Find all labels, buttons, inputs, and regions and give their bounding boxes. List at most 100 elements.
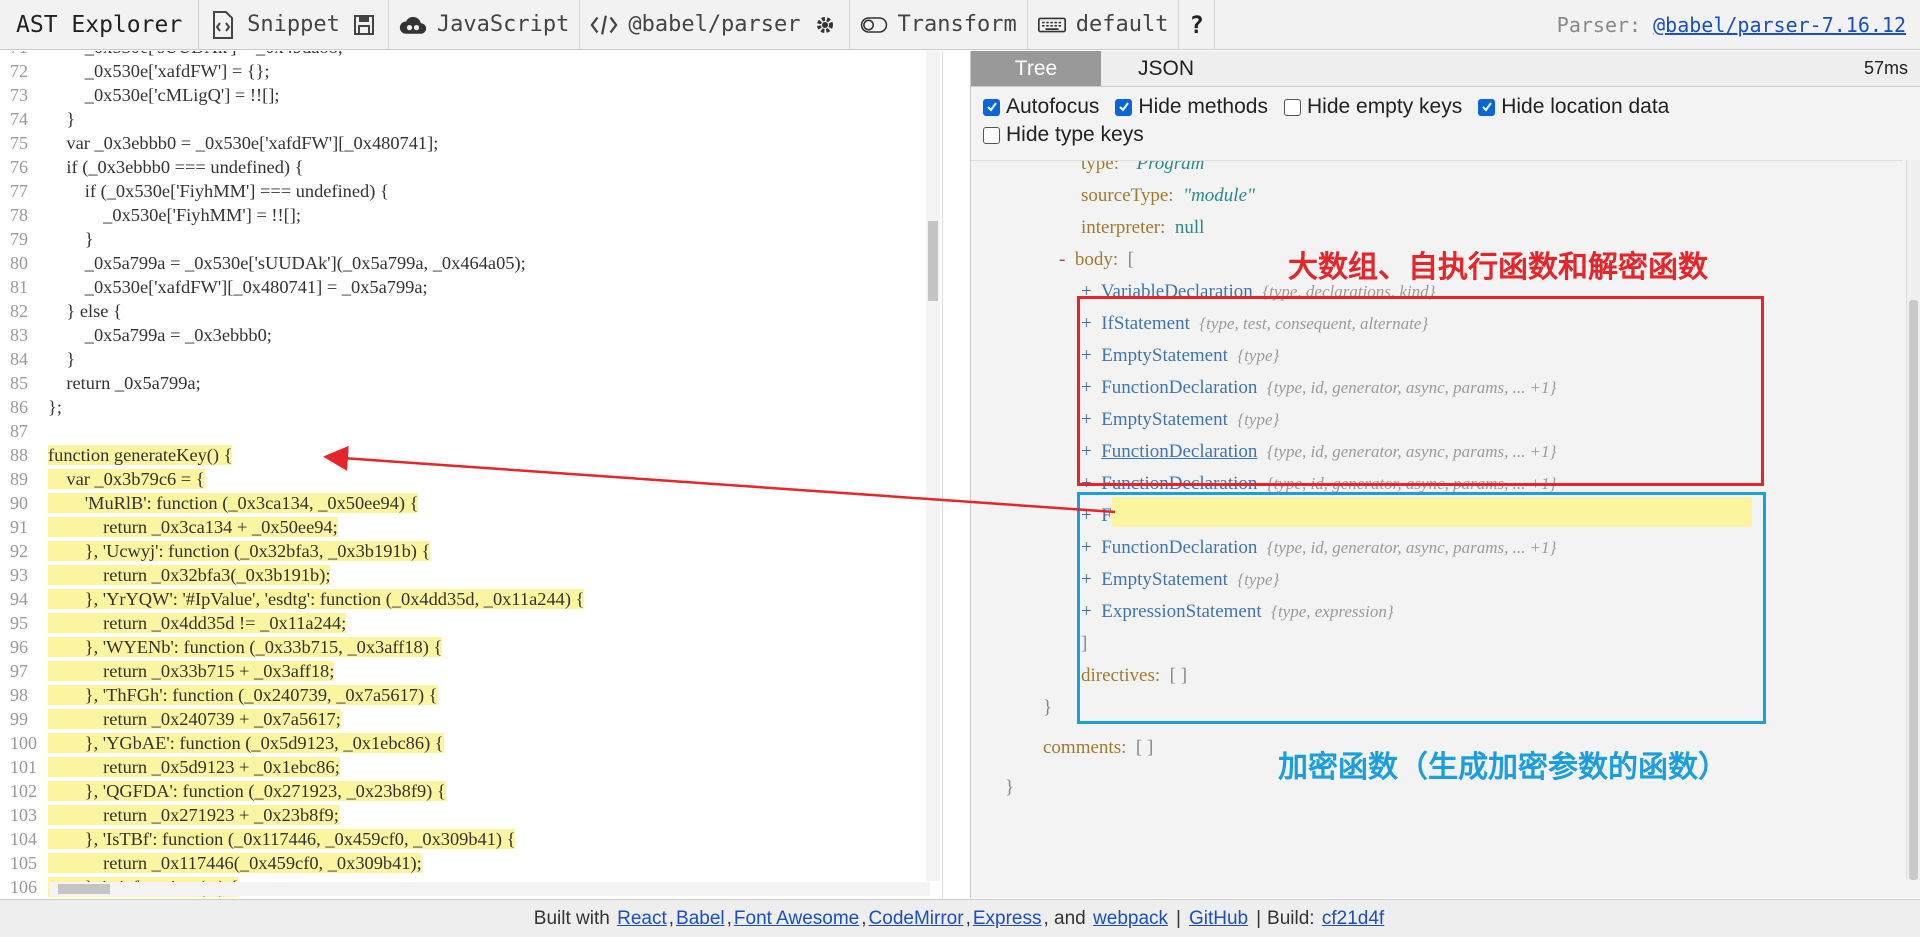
tree-program-close[interactable]: } (1043, 695, 1052, 721)
line-number: 90 (10, 493, 28, 513)
code-line[interactable]: 76 if (_0x3ebbb0 === undefined) { (0, 155, 940, 179)
tree-prop-type[interactable]: type: "Program" (1081, 161, 1212, 177)
code-line[interactable]: 86}; (0, 395, 940, 419)
tree-prop-comments[interactable]: comments: [ ] (1043, 735, 1153, 761)
checkbox[interactable] (1115, 98, 1133, 116)
save-icon[interactable] (350, 11, 378, 39)
parser-menu[interactable]: @babel/parser (580, 0, 850, 49)
tree-value: [ ] (1135, 737, 1154, 758)
line-number: 74 (10, 109, 28, 129)
code-line[interactable]: 92 }, 'Ucwyj': function (_0x32bfa3, _0x3… (0, 539, 940, 563)
scrollbar-thumb[interactable] (928, 221, 938, 301)
scrollbar-thumb[interactable] (1909, 300, 1918, 880)
code-line[interactable]: 84 } (0, 347, 940, 371)
footer-link-fontawesome[interactable]: Font Awesome (734, 908, 859, 930)
tree-file-close[interactable]: } (1005, 775, 1014, 801)
tab-tree[interactable]: Tree (971, 51, 1101, 86)
option-hide-type-keys[interactable]: Hide type keys (983, 121, 1144, 149)
code-line[interactable]: 80 _0x5a799a = _0x530e['sUUDAk'](_0x5a79… (0, 251, 940, 275)
transform-menu[interactable]: Transform (850, 0, 1028, 49)
tree-prop-sourcetype[interactable]: sourceType: "module" (1081, 183, 1255, 209)
footer-link-codemirror[interactable]: CodeMirror (869, 908, 964, 930)
code-line[interactable]: 71 _0x530e['sUUDAk'] = _0x49da88; (0, 51, 940, 59)
keymap-menu[interactable]: default (1028, 0, 1180, 49)
code-line[interactable]: 95 return _0x4dd35d != _0x11a244; (0, 611, 940, 635)
checkbox[interactable] (983, 98, 1000, 116)
checkbox[interactable] (1478, 98, 1496, 116)
line-text: var _0x3ebbb0 = _0x530e['xafdFW'][_0x480… (48, 133, 439, 153)
line-text: if (_0x530e['FiyhMM'] === undefined) { (48, 181, 389, 201)
code-line[interactable]: 101 return _0x5d9123 + _0x1ebc86; (0, 755, 940, 779)
code-line[interactable]: 82 } else { (0, 299, 940, 323)
code-editor[interactable]: 71 _0x530e['sUUDAk'] = _0x49da88;72 _0x5… (0, 51, 943, 898)
footer-link-babel[interactable]: Babel (676, 908, 725, 930)
footer-link-react[interactable]: React (617, 908, 667, 930)
code-line[interactable]: 93 return _0x32bfa3(_0x3b191b); (0, 563, 940, 587)
line-number: 77 (10, 181, 28, 201)
tree-prop-interpreter[interactable]: interpreter: null (1081, 215, 1204, 241)
code-line[interactable]: 98 }, 'ThFGh': function (_0x240739, _0x7… (0, 683, 940, 707)
tab-json[interactable]: JSON (1101, 51, 1231, 86)
code-line[interactable]: 75 var _0x3ebbb0 = _0x530e['xafdFW'][_0x… (0, 131, 940, 155)
scrollbar-thumb[interactable] (58, 884, 110, 894)
collapse-toggle[interactable]: - (1059, 249, 1065, 270)
code-line[interactable]: 83 _0x5a799a = _0x3ebbb0; (0, 323, 940, 347)
gear-icon[interactable] (811, 11, 839, 39)
snippet-label: Snippet (247, 12, 340, 37)
line-text: var _0x3b79c6 = { (48, 469, 205, 489)
option-hide-location-data[interactable]: Hide location data (1478, 93, 1669, 121)
line-text: return _0x5d9123 + _0x1ebc86; (48, 757, 340, 777)
code-line[interactable]: 77 if (_0x530e['FiyhMM'] === undefined) … (0, 179, 940, 203)
code-line[interactable]: 100 }, 'YGbAE': function (_0x5d9123, _0x… (0, 731, 940, 755)
tree-scrollbar[interactable] (1906, 160, 1920, 880)
code-line[interactable]: 102 }, 'QGFDA': function (_0x271923, _0x… (0, 779, 940, 803)
line-number: 85 (10, 373, 28, 393)
option-hide-methods[interactable]: Hide methods (1115, 93, 1268, 121)
language-menu[interactable]: JavaScript (389, 0, 581, 49)
line-number: 98 (10, 685, 28, 705)
footer-link-webpack[interactable]: webpack (1093, 908, 1168, 930)
snippet-menu[interactable]: Snippet (199, 0, 389, 49)
line-number: 105 (10, 853, 37, 873)
code-line[interactable]: 105 return _0x117446(_0x459cf0, _0x309b4… (0, 851, 940, 875)
editor-vertical-scrollbar[interactable] (926, 51, 940, 881)
code-line[interactable]: 104 }, 'IsTBf': function (_0x117446, _0x… (0, 827, 940, 851)
parser-version-link[interactable]: @babel/parser-7.16.12 (1653, 13, 1906, 37)
footer-build-link[interactable]: cf21d4f (1322, 908, 1384, 930)
line-number: 94 (10, 589, 28, 609)
line-number: 96 (10, 637, 28, 657)
code-line[interactable]: 79 } (0, 227, 940, 251)
code-line[interactable]: 94 }, 'YrYQW': '#IpValue', 'esdtg': func… (0, 587, 940, 611)
code-line[interactable]: 81 _0x530e['xafdFW'][_0x480741] = _0x5a7… (0, 275, 940, 299)
code-line[interactable]: 72 _0x530e['xafdFW'] = {}; (0, 59, 940, 83)
code-line[interactable]: 74 } (0, 107, 940, 131)
line-number: 75 (10, 133, 28, 153)
code-line[interactable]: 85 return _0x5a799a; (0, 371, 940, 395)
code-line[interactable]: 91 return _0x3ca134 + _0x50ee94; (0, 515, 940, 539)
footer-link-github[interactable]: GitHub (1189, 908, 1248, 930)
code-line[interactable]: 99 return _0x240739 + _0x7a5617; (0, 707, 940, 731)
code-line[interactable]: 96 }, 'WYENb': function (_0x33b715, _0x3… (0, 635, 940, 659)
help-icon: ? (1189, 10, 1204, 39)
tree-prop-body[interactable]: - body: [ (1059, 247, 1134, 273)
app-title: AST Explorer (0, 0, 200, 49)
code-line[interactable]: 73 _0x530e['cMLigQ'] = !![]; (0, 83, 940, 107)
code-line[interactable]: 90 'MuRlB': function (_0x3ca134, _0x50ee… (0, 491, 940, 515)
code-line[interactable]: 97 return _0x33b715 + _0x3aff18; (0, 659, 940, 683)
checkbox[interactable] (983, 126, 1000, 144)
file-code-icon (209, 10, 237, 39)
line-number: 81 (10, 277, 28, 297)
code-line[interactable]: 78 _0x530e['FiyhMM'] = !![]; (0, 203, 940, 227)
code-line[interactable]: 87 (0, 419, 940, 443)
code-line[interactable]: 89 var _0x3b79c6 = { (0, 467, 940, 491)
code-line[interactable]: 88 function generateKey() { (0, 443, 940, 467)
line-text: _0x5a799a = _0x530e['sUUDAk'](_0x5a799a,… (48, 253, 526, 273)
footer-link-express[interactable]: Express (973, 908, 1042, 930)
checkbox[interactable] (1283, 98, 1301, 116)
editor-horizontal-scrollbar[interactable] (50, 882, 930, 896)
option-autofocus[interactable]: Autofocus (983, 93, 1099, 121)
line-text: _0x530e['xafdFW'] = {}; (48, 61, 270, 81)
option-hide-empty-keys[interactable]: Hide empty keys (1283, 93, 1462, 121)
help-button[interactable]: ? (1179, 0, 1215, 49)
code-line[interactable]: 103 return _0x271923 + _0x23b8f9; (0, 803, 940, 827)
